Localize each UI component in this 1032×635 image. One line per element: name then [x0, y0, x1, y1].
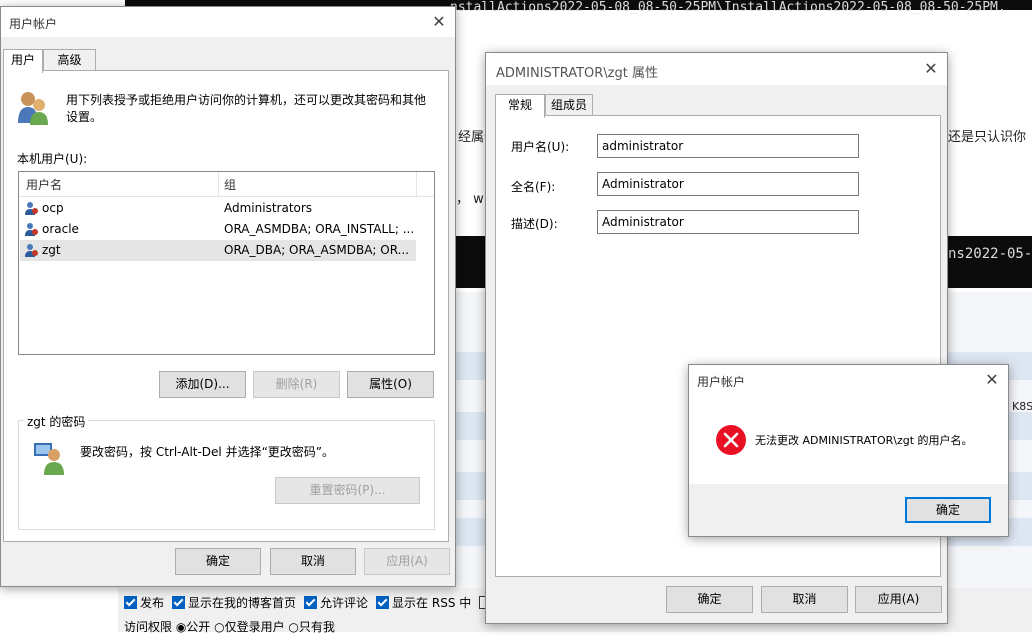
password-instructions: 要改密码，按 Ctrl-Alt-Del 并选择“更改密码”。 — [80, 445, 335, 459]
column-separator — [218, 172, 219, 196]
add-button[interactable]: 添加(D)... — [159, 371, 246, 398]
cancel-button[interactable]: 取消 — [270, 548, 356, 575]
users-tab-panel: 用下列表授予或拒绝用户访问你的计算机，还可以更改其密码和其他 设置。 本机用户(… — [3, 70, 449, 542]
users-icon — [18, 92, 48, 125]
user-group: Administrators — [224, 201, 313, 215]
title-bar: 用户帐户 ✕ — [1, 7, 455, 37]
intro-text-line1: 用下列表授予或拒绝用户访问你的计算机，还可以更改其密码和其他 — [66, 93, 427, 107]
tab-users[interactable]: 用户 — [3, 49, 43, 73]
ok-button[interactable]: 确定 — [666, 586, 753, 613]
ok-button[interactable]: 确定 — [175, 548, 261, 575]
password-group-title: zgt 的密码 — [24, 413, 89, 430]
username-label: 用户名(U): — [511, 140, 570, 154]
close-icon[interactable]: ✕ — [429, 12, 449, 32]
list-item-selected[interactable]: zgt ORA_DBA; ORA_ASMDBA; OR... — [20, 240, 416, 261]
error-dialog: 用户帐户 ✕ 无法更改 ADMINISTRATOR\zgt 的用户名。 确定 — [688, 364, 1009, 537]
title-bar: ADMINISTRATOR\zgt 属性 ✕ — [486, 53, 947, 85]
error-icon — [716, 425, 746, 455]
apply-button[interactable]: 应用(A) — [364, 548, 450, 575]
user-name: zgt — [42, 243, 61, 257]
user-group: ORA_DBA; ORA_ASMDBA; OR... — [224, 243, 410, 257]
user-name: ocp — [42, 201, 64, 215]
tab-member-of[interactable]: 组成员 — [545, 94, 593, 116]
checkbox-label: 发布 — [140, 596, 165, 610]
users-list[interactable]: 用户名 组 ocp Administrators oracle ORA_ASMD… — [18, 171, 435, 355]
user-icon — [25, 202, 38, 215]
checkbox-box[interactable] — [376, 596, 390, 609]
apply-button[interactable]: 应用(A) — [855, 586, 942, 613]
show-on-homepage-checkbox[interactable]: 显示在我的博客首页 — [172, 594, 296, 611]
list-item[interactable]: ocp Administrators — [20, 198, 416, 219]
dialog-title: ADMINISTRATOR\zgt 属性 — [496, 66, 658, 81]
local-users-label: 本机用户(U): — [17, 152, 88, 166]
ok-button[interactable]: 确定 — [905, 497, 991, 523]
close-icon[interactable]: ✕ — [921, 59, 941, 79]
fullname-label: 全名(F): — [511, 180, 556, 194]
user-name: oracle — [42, 222, 79, 236]
tab-general[interactable]: 常规 — [495, 94, 545, 118]
cancel-button[interactable]: 取消 — [761, 586, 848, 613]
user-icon — [25, 244, 38, 257]
user-group: ORA_ASMDBA; ORA_INSTALL; ... — [224, 222, 415, 236]
checkbox-box[interactable] — [304, 596, 318, 609]
reset-password-button[interactable]: 重置密码(P)... — [275, 477, 420, 504]
user-accounts-dialog: 用户帐户 ✕ 用户 高级 用下列表授予或拒绝用户访问你的计算机，还可以更改其密码… — [0, 6, 456, 587]
properties-button[interactable]: 属性(O) — [347, 371, 434, 398]
checkbox-box[interactable] — [172, 596, 186, 609]
terminal-text: ns2022-05-0 — [948, 246, 1032, 262]
background-text: 还是只认识你 — [948, 130, 1027, 145]
terminal-text: nstallActions2022-05-08_08-50-25PM\Insta… — [450, 0, 1006, 15]
dialog-title: 用户帐户 — [9, 17, 58, 31]
user-icon — [25, 223, 38, 236]
column-group[interactable]: 组 — [224, 176, 236, 193]
background-text: K8S — [1012, 400, 1032, 413]
tab-advanced[interactable]: 高级 — [43, 49, 96, 71]
checkbox-label: 显示在 RSS 中 — [392, 596, 472, 610]
error-message: 无法更改 ADMINISTRATOR\zgt 的用户名。 — [755, 434, 973, 447]
list-header: 用户名 组 — [19, 172, 434, 197]
dialog-title: 用户帐户 — [697, 375, 746, 389]
password-groupbox — [18, 420, 435, 530]
username-field[interactable]: administrator — [597, 134, 859, 158]
checkbox-label: 允许评论 — [320, 596, 369, 610]
access-permission-row: 访问权限 ◉公开 ○仅登录用户 ○只有我 — [124, 620, 335, 634]
user-password-icon — [34, 443, 64, 475]
close-icon[interactable]: ✕ — [982, 370, 1002, 390]
checkbox-label: 显示在我的博客首页 — [188, 596, 297, 610]
properties-dialog: ADMINISTRATOR\zgt 属性 ✕ 常规 组成员 用户名(U): ad… — [485, 52, 948, 624]
fullname-field[interactable]: Administrator — [597, 172, 859, 196]
remove-button[interactable]: 删除(R) — [253, 371, 340, 398]
publish-checkbox[interactable]: 发布 — [124, 594, 164, 611]
description-label: 描述(D): — [511, 217, 558, 231]
post-options: 发布 显示在我的博客首页 允许评论 显示在 RSS 中 — [124, 594, 503, 611]
column-username[interactable]: 用户名 — [26, 176, 62, 193]
description-field[interactable]: Administrator — [597, 210, 859, 234]
allow-comments-checkbox[interactable]: 允许评论 — [304, 594, 368, 611]
intro-text-line2: 设置。 — [66, 110, 103, 124]
checkbox-box[interactable] — [124, 596, 137, 609]
show-in-rss-checkbox[interactable]: 显示在 RSS 中 — [376, 594, 471, 611]
title-bar: 用户帐户 ✕ — [689, 365, 1008, 395]
column-separator — [416, 172, 417, 196]
list-item[interactable]: oracle ORA_ASMDBA; ORA_INSTALL; ... — [20, 219, 416, 240]
